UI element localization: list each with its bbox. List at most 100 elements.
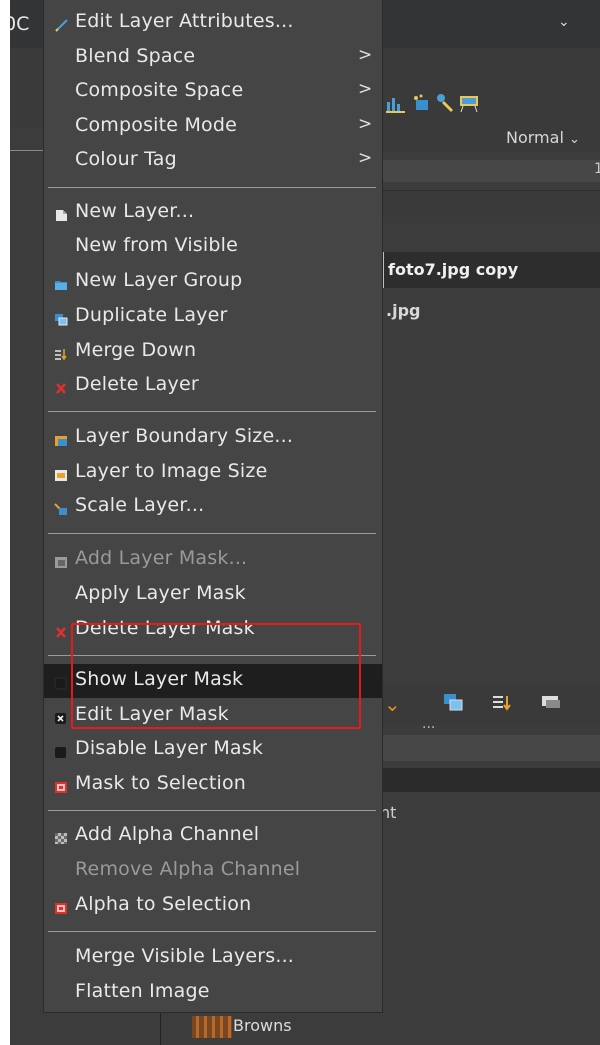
menu-separator [48,187,376,188]
mode-select[interactable]: Normal ⌄ [506,128,580,147]
checker-icon [54,830,68,844]
checkbox-checked-icon [54,710,68,724]
checkbox-icon [54,744,68,758]
menu-item-new-layer-group[interactable]: New Layer Group [44,265,382,299]
menu-separator [48,810,376,811]
menu-item-label: New Layer Group [75,269,243,291]
menu-item-label: Add Layer Mask... [75,547,248,569]
opacity-value: 1 [594,161,600,177]
menu-item-label: Scale Layer... [75,494,205,516]
lock-row [380,190,600,217]
annotation-highlight-box [71,623,361,729]
menu-item-label: New Layer... [75,200,195,222]
menu-item-colour-tag[interactable]: Colour Tag > [44,144,382,178]
add-mask-icon [54,554,68,568]
menu-item-composite-space[interactable]: Composite Space > [44,75,382,109]
chevron-down-icon[interactable]: ⌄ [558,14,570,30]
bucket-fill-icon[interactable] [410,92,432,114]
menu-item-layer-boundary-size[interactable]: Layer Boundary Size... [44,421,382,455]
menu-item-label: Duplicate Layer [75,304,228,326]
dock-tab-row [380,735,600,761]
menu-separator [48,533,376,534]
new-layer-icon [54,207,68,221]
pencil-icon [54,17,68,32]
menu-item-new-from-visible[interactable]: New from Visible [44,230,382,264]
chevron-down-icon[interactable]: ⌄ [384,692,401,716]
menu-item-duplicate-layer[interactable]: Duplicate Layer [44,300,382,334]
menu-item-label: Apply Layer Mask [75,582,246,604]
scale-icon [54,501,68,515]
opacity-slider[interactable] [380,160,600,182]
submenu-arrow-icon: > [358,79,373,99]
layer-name[interactable]: .jpg [386,301,420,320]
menu-item-scale-layer[interactable]: Scale Layer... [44,490,382,524]
menu-item-label: Add Alpha Channel [75,823,260,845]
menu-item-add-alpha-channel[interactable]: Add Alpha Channel [44,819,382,853]
menu-item-flatten-image[interactable]: Flatten Image [44,976,382,1010]
menu-item-label: Merge Visible Layers... [75,945,295,967]
palette-name: Browns [233,1016,292,1035]
delete-icon [54,380,68,394]
menu-item-label: Disable Layer Mask [75,737,264,759]
layers-list-area [380,330,600,670]
menu-item-label: Alpha to Selection [75,893,252,915]
checkbox-icon [54,675,68,690]
submenu-arrow-icon: > [358,114,373,134]
layer-context-menu: Edit Layer Attributes... Blend Space > C… [43,0,383,1013]
menu-item-label: Layer Boundary Size... [75,425,294,447]
menu-item-label: Edit Layer Attributes... [75,10,294,32]
mask-selection-icon [54,779,68,793]
canvas-icon[interactable] [458,92,480,114]
boundary-icon [54,432,68,446]
menu-item-blend-space[interactable]: Blend Space > [44,41,382,75]
folder-icon [54,276,68,290]
menu-item-label: Composite Mode [75,114,238,136]
menu-item-add-layer-mask: Add Layer Mask... [44,543,382,577]
ruler [10,140,46,151]
duplicate-icon [54,311,68,326]
menu-item-label: Remove Alpha Channel [75,858,301,880]
menu-item-delete-layer[interactable]: Delete Layer [44,369,382,403]
panel-menu-dots[interactable]: ... [422,716,435,732]
mode-value: Normal [506,128,564,147]
menu-item-alpha-to-selection[interactable]: Alpha to Selection [44,889,382,923]
layer-name[interactable]: foto7.jpg copy [388,260,518,279]
anchor-layer-button[interactable] [540,692,562,719]
menu-item-label: Composite Space [75,79,244,101]
menu-item-disable-layer-mask[interactable]: Disable Layer Mask [44,733,382,767]
alpha-selection-icon [54,900,68,914]
color-picker-icon[interactable] [434,92,456,114]
menu-item-new-layer[interactable]: New Layer... [44,196,382,230]
menu-item-merge-down[interactable]: Merge Down [44,335,382,369]
menu-item-label: Delete Layer [75,373,199,395]
menu-item-label: Colour Tag [75,148,177,170]
merge-down-button[interactable] [490,692,512,719]
menu-item-label: Blend Space [75,45,196,67]
window-title-fragment: 00C [10,13,30,35]
menu-item-merge-visible-layers[interactable]: Merge Visible Layers... [44,941,382,975]
chevron-down-icon: ⌄ [568,132,580,147]
menu-separator [48,931,376,932]
menu-item-composite-mode[interactable]: Composite Mode > [44,110,382,144]
dock-header [380,768,600,792]
menu-item-label: Merge Down [75,339,197,361]
menu-item-label: Mask to Selection [75,772,247,794]
menu-item-edit-layer-attributes[interactable]: Edit Layer Attributes... [44,6,382,40]
levels-icon[interactable] [384,92,406,114]
delete-mask-icon [54,624,68,638]
lock-row-secondary [380,218,600,238]
to-image-size-icon [54,467,68,481]
menu-item-mask-to-selection[interactable]: Mask to Selection [44,768,382,802]
menu-item-label: New from Visible [75,234,239,256]
menu-separator [48,411,376,412]
merge-down-icon [54,346,68,361]
menu-item-apply-layer-mask[interactable]: Apply Layer Mask [44,578,382,612]
menu-item-remove-alpha-channel: Remove Alpha Channel [44,854,382,888]
submenu-arrow-icon: > [358,45,373,65]
duplicate-layer-button[interactable] [442,692,464,719]
menu-item-layer-to-image-size[interactable]: Layer to Image Size [44,456,382,490]
palette-swatch [192,1016,232,1038]
menu-item-label: Flatten Image [75,980,210,1002]
menu-item-label: Layer to Image Size [75,460,268,482]
submenu-arrow-icon: > [358,148,373,168]
